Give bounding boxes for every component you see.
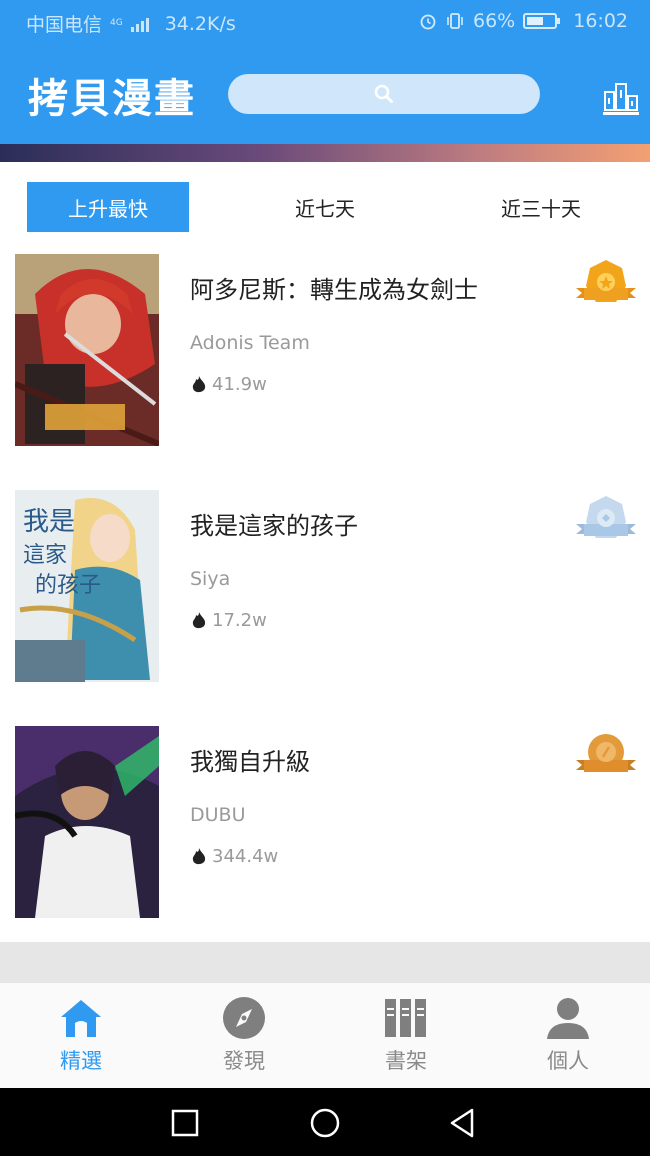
search-icon [374, 84, 393, 103]
system-navigation-bar [0, 1088, 650, 1156]
battery-icon [523, 13, 561, 29]
header-gradient-strip [0, 144, 650, 162]
heat-value: 17.2w [212, 610, 267, 631]
nav-featured[interactable]: 精選 [16, 995, 146, 1083]
carrier-label: 中国电信 [26, 14, 103, 36]
battery-percent: 66% [473, 10, 516, 32]
silver-medal-icon [576, 496, 636, 538]
network-speed: 34.2K/s [164, 12, 236, 35]
network-badge: 4G [110, 18, 123, 28]
comic-title: 我是這家的孩子 [190, 512, 358, 540]
tab-last-30-days[interactable]: 近三十天 [460, 182, 622, 232]
heat-value: 344.4w [212, 846, 279, 867]
home-icon [61, 1000, 101, 1037]
comic-author: DUBU [190, 804, 246, 826]
comic-title: 阿多尼斯：轉生成為女劍士 [190, 276, 478, 304]
vibrate-icon [447, 13, 463, 29]
list-footer-divider [0, 942, 650, 982]
comic-author: Siya [190, 568, 231, 590]
fire-icon [192, 611, 206, 628]
svg-text:的孩子: 的孩子 [35, 573, 101, 598]
svg-text:我是: 我是 [23, 507, 75, 537]
comic-cover[interactable]: 我是 這家 的孩子 [15, 490, 159, 682]
clock: 16:02 [573, 10, 628, 32]
status-bar: 中国电信 4G 34.2K/s 66% 16:02 [0, 0, 650, 44]
app-bar: 拷貝漫畫 [0, 44, 650, 144]
comic-cover[interactable] [15, 254, 159, 446]
nav-label: 書架 [385, 1049, 427, 1073]
ranking-tabs: 上升最快 近七天 近三十天 [0, 182, 650, 234]
comic-author: Adonis Team [190, 332, 310, 354]
compass-icon [223, 997, 265, 1039]
nav-discover[interactable]: 發現 [179, 995, 309, 1083]
svg-text:這家: 這家 [23, 543, 67, 568]
tab-last-7-days[interactable]: 近七天 [244, 182, 406, 232]
comic-heat: 17.2w [190, 610, 267, 631]
signal-icon [130, 16, 149, 32]
fire-icon [192, 375, 206, 392]
nav-label: 個人 [547, 1049, 589, 1073]
tab-rising-fastest[interactable]: 上升最快 [27, 182, 189, 232]
status-left: 中国电信 4G 34.2K/s [26, 10, 236, 37]
back-icon[interactable] [446, 1106, 480, 1140]
nav-profile[interactable]: 個人 [503, 995, 633, 1083]
list-item[interactable]: 阿多尼斯：轉生成為女劍士 Adonis Team 41.9w [0, 254, 650, 490]
recents-icon[interactable] [168, 1106, 202, 1140]
list-item[interactable]: 我獨自升級 DUBU 344.4w [0, 726, 650, 962]
home-button-icon[interactable] [308, 1106, 342, 1140]
bookshelf-icon [385, 999, 426, 1037]
app-title: 拷貝漫畫 [28, 76, 196, 122]
comic-title: 我獨自升級 [190, 748, 310, 776]
search-bar[interactable] [228, 74, 540, 114]
gold-medal-icon [576, 260, 636, 302]
nav-label: 發現 [223, 1049, 265, 1073]
comic-heat: 344.4w [190, 846, 278, 867]
person-icon [547, 998, 589, 1039]
bronze-medal-icon [576, 734, 636, 772]
ranking-icon[interactable] [602, 80, 640, 118]
nav-label: 精選 [60, 1049, 102, 1073]
comic-cover[interactable] [15, 726, 159, 918]
alarm-icon [420, 14, 436, 30]
bottom-navigation: 精選 發現 書架 個人 [0, 982, 650, 1088]
nav-bookshelf[interactable]: 書架 [341, 995, 471, 1083]
status-right: 66% 16:02 [419, 10, 628, 32]
comic-heat: 41.9w [190, 374, 267, 395]
heat-value: 41.9w [212, 374, 267, 395]
fire-icon [192, 847, 206, 864]
list-item[interactable]: 我是 這家 的孩子 我是這家的孩子 Siya 17.2w [0, 490, 650, 726]
